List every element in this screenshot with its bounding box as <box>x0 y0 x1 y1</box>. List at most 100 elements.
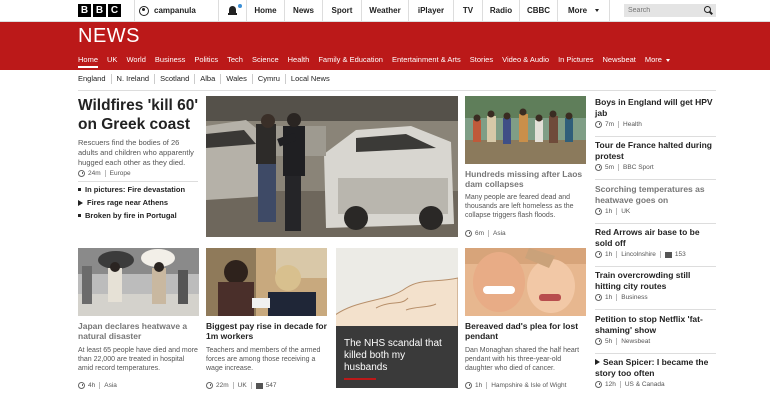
section-link[interactable]: UK <box>238 382 247 389</box>
japan-heatwave-photo[interactable] <box>78 248 199 316</box>
logo-letter-b2: B <box>93 4 106 17</box>
right-column-story[interactable]: Petition to stop Netflix 'fat-shaming' s… <box>595 314 716 345</box>
topnav-iplayer[interactable]: iPlayer <box>408 0 453 21</box>
story-headline[interactable]: Tour de France halted during protest <box>595 140 716 162</box>
related-video-link[interactable]: Fires rage near Athens <box>78 198 168 207</box>
story-headline[interactable]: Boys in England will get HPV jab <box>595 97 716 119</box>
news-masthead[interactable]: NEWS <box>78 25 140 48</box>
story-meta: 1h UK <box>595 208 716 215</box>
nav-health[interactable]: Health <box>288 53 310 68</box>
right-column-story[interactable]: Tour de France halted during protest 5m … <box>595 140 716 171</box>
account-link[interactable]: campanula <box>134 0 218 21</box>
region-local-news[interactable]: Local News <box>284 74 335 84</box>
story-meta: 5h Newsbeat <box>595 338 716 345</box>
nav-family-education[interactable]: Family & Education <box>318 53 383 68</box>
laos-story-headline[interactable]: Hundreds missing after Laos dam collapse… <box>465 169 586 189</box>
nav-home[interactable]: Home <box>78 53 99 68</box>
section-link[interactable]: US & Canada <box>625 381 665 388</box>
right-column-story[interactable]: Scorching temperatures as heatwave goes … <box>595 184 716 215</box>
nav-business[interactable]: Business <box>155 53 185 68</box>
nav-politics[interactable]: Politics <box>194 53 218 68</box>
notifications-button[interactable] <box>218 0 246 21</box>
section-link[interactable]: Asia <box>104 382 117 389</box>
section-link[interactable]: Newsbeat <box>621 338 650 345</box>
chevron-down-icon <box>595 9 600 12</box>
clock-icon <box>595 381 602 388</box>
right-column-story[interactable]: Train overcrowding still hitting city ro… <box>595 270 716 301</box>
divider <box>78 90 716 91</box>
japan-story-headline[interactable]: Japan declares heatwave a natural disast… <box>78 321 199 341</box>
topnav-weather[interactable]: Weather <box>361 0 408 21</box>
story-headline[interactable]: Red Arrows air base to be sold off <box>595 227 716 249</box>
nav-science[interactable]: Science <box>252 53 279 68</box>
pay-rise-story-headline[interactable]: Biggest pay rise in decade for 1m worker… <box>206 321 327 341</box>
bereaved-story-summary: Dan Monaghan shared the half heart penda… <box>465 347 580 372</box>
nav-more[interactable]: More <box>645 53 671 68</box>
nav-stories[interactable]: Stories <box>470 53 493 68</box>
region-scotland[interactable]: Scotland <box>154 74 194 84</box>
topnav-news[interactable]: News <box>284 0 322 21</box>
search-input[interactable] <box>628 4 698 17</box>
comment-count[interactable]: 547 <box>266 382 277 389</box>
nav-entertainment-arts[interactable]: Entertainment & Arts <box>392 53 461 68</box>
pay-rise-photo[interactable] <box>206 248 327 316</box>
section-link[interactable]: UK <box>621 208 630 215</box>
related-link-label: Fires rage near Athens <box>87 198 169 207</box>
related-link[interactable]: In pictures: Fire devastation <box>78 185 185 194</box>
timestamp: 7m <box>605 121 615 128</box>
section-link[interactable]: BBC Sport <box>623 164 654 171</box>
timestamp: 4h <box>88 382 96 389</box>
section-link[interactable]: Asia <box>493 230 506 237</box>
right-column-story[interactable]: Red Arrows air base to be sold off 1h Li… <box>595 227 716 258</box>
bbc-logo[interactable]: B B C <box>78 4 121 17</box>
clock-icon <box>595 208 602 215</box>
divider <box>616 338 618 345</box>
region-cymru[interactable]: Cymru <box>251 74 285 84</box>
right-column-video-story[interactable]: Sean Spicer: I became the story too ofte… <box>595 357 716 388</box>
topnav-cbbc[interactable]: CBBC <box>519 0 557 21</box>
story-headline[interactable]: Petition to stop Netflix 'fat-shaming' s… <box>595 314 716 336</box>
story-headline[interactable]: Train overcrowding still hitting city ro… <box>595 270 716 292</box>
region-england[interactable]: England <box>78 74 111 84</box>
clock-icon <box>595 294 602 301</box>
region-n-ireland[interactable]: N. Ireland <box>110 74 155 84</box>
nav-video-audio[interactable]: Video & Audio <box>502 53 549 68</box>
nav-tech[interactable]: Tech <box>227 53 243 68</box>
search-icon[interactable] <box>704 6 712 14</box>
logo-letter-b1: B <box>78 4 91 17</box>
lead-story-headline[interactable]: Wildfires 'kill 60' on Greek coast <box>78 96 200 134</box>
section-link[interactable]: Business <box>621 294 647 301</box>
story-headline[interactable]: Scorching temperatures as heatwave goes … <box>595 184 716 206</box>
topnav-home[interactable]: Home <box>246 0 284 21</box>
section-link[interactable]: Hampshire & Isle of Wight <box>491 382 566 389</box>
related-link[interactable]: Broken by fire in Portugal <box>78 211 177 220</box>
nav-uk[interactable]: UK <box>107 53 117 68</box>
divider <box>595 266 716 267</box>
story-headline[interactable]: Sean Spicer: I became the story too ofte… <box>595 357 716 379</box>
laos-flood-photo[interactable] <box>465 96 586 164</box>
topnav-tv[interactable]: TV <box>453 0 482 21</box>
region-wales[interactable]: Wales <box>220 74 252 84</box>
topnav-more[interactable]: More <box>557 0 610 21</box>
clock-icon <box>595 251 602 258</box>
account-username: campanula <box>154 6 196 15</box>
section-link[interactable]: Europe <box>110 170 131 177</box>
pay-rise-story-meta: 22m UK 547 <box>206 382 277 389</box>
bereaved-story-headline[interactable]: Bereaved dad's plea for lost pendant <box>465 321 586 341</box>
divider <box>616 294 618 301</box>
bbc-global-nav: Home News Sport Weather iPlayer TV Radio… <box>246 0 610 21</box>
comment-count[interactable]: 153 <box>675 251 686 258</box>
section-link[interactable]: Health <box>623 121 642 128</box>
region-alba[interactable]: Alba <box>194 74 220 84</box>
topnav-sport[interactable]: Sport <box>322 0 361 21</box>
wildfire-car-wreck-photo[interactable] <box>206 96 458 237</box>
nav-world[interactable]: World <box>126 53 145 68</box>
right-column-story[interactable]: Boys in England will get HPV jab 7m Heal… <box>595 97 716 128</box>
clock-icon <box>595 338 602 345</box>
nav-newsbeat[interactable]: Newsbeat <box>603 53 636 68</box>
section-link[interactable]: Lincolnshire <box>621 251 656 258</box>
topnav-radio[interactable]: Radio <box>482 0 519 21</box>
bereaved-dad-photo[interactable] <box>465 248 586 316</box>
nhs-story-headline[interactable]: The NHS scandal that killed both my husb… <box>344 338 444 374</box>
nav-in-pictures[interactable]: In Pictures <box>558 53 593 68</box>
